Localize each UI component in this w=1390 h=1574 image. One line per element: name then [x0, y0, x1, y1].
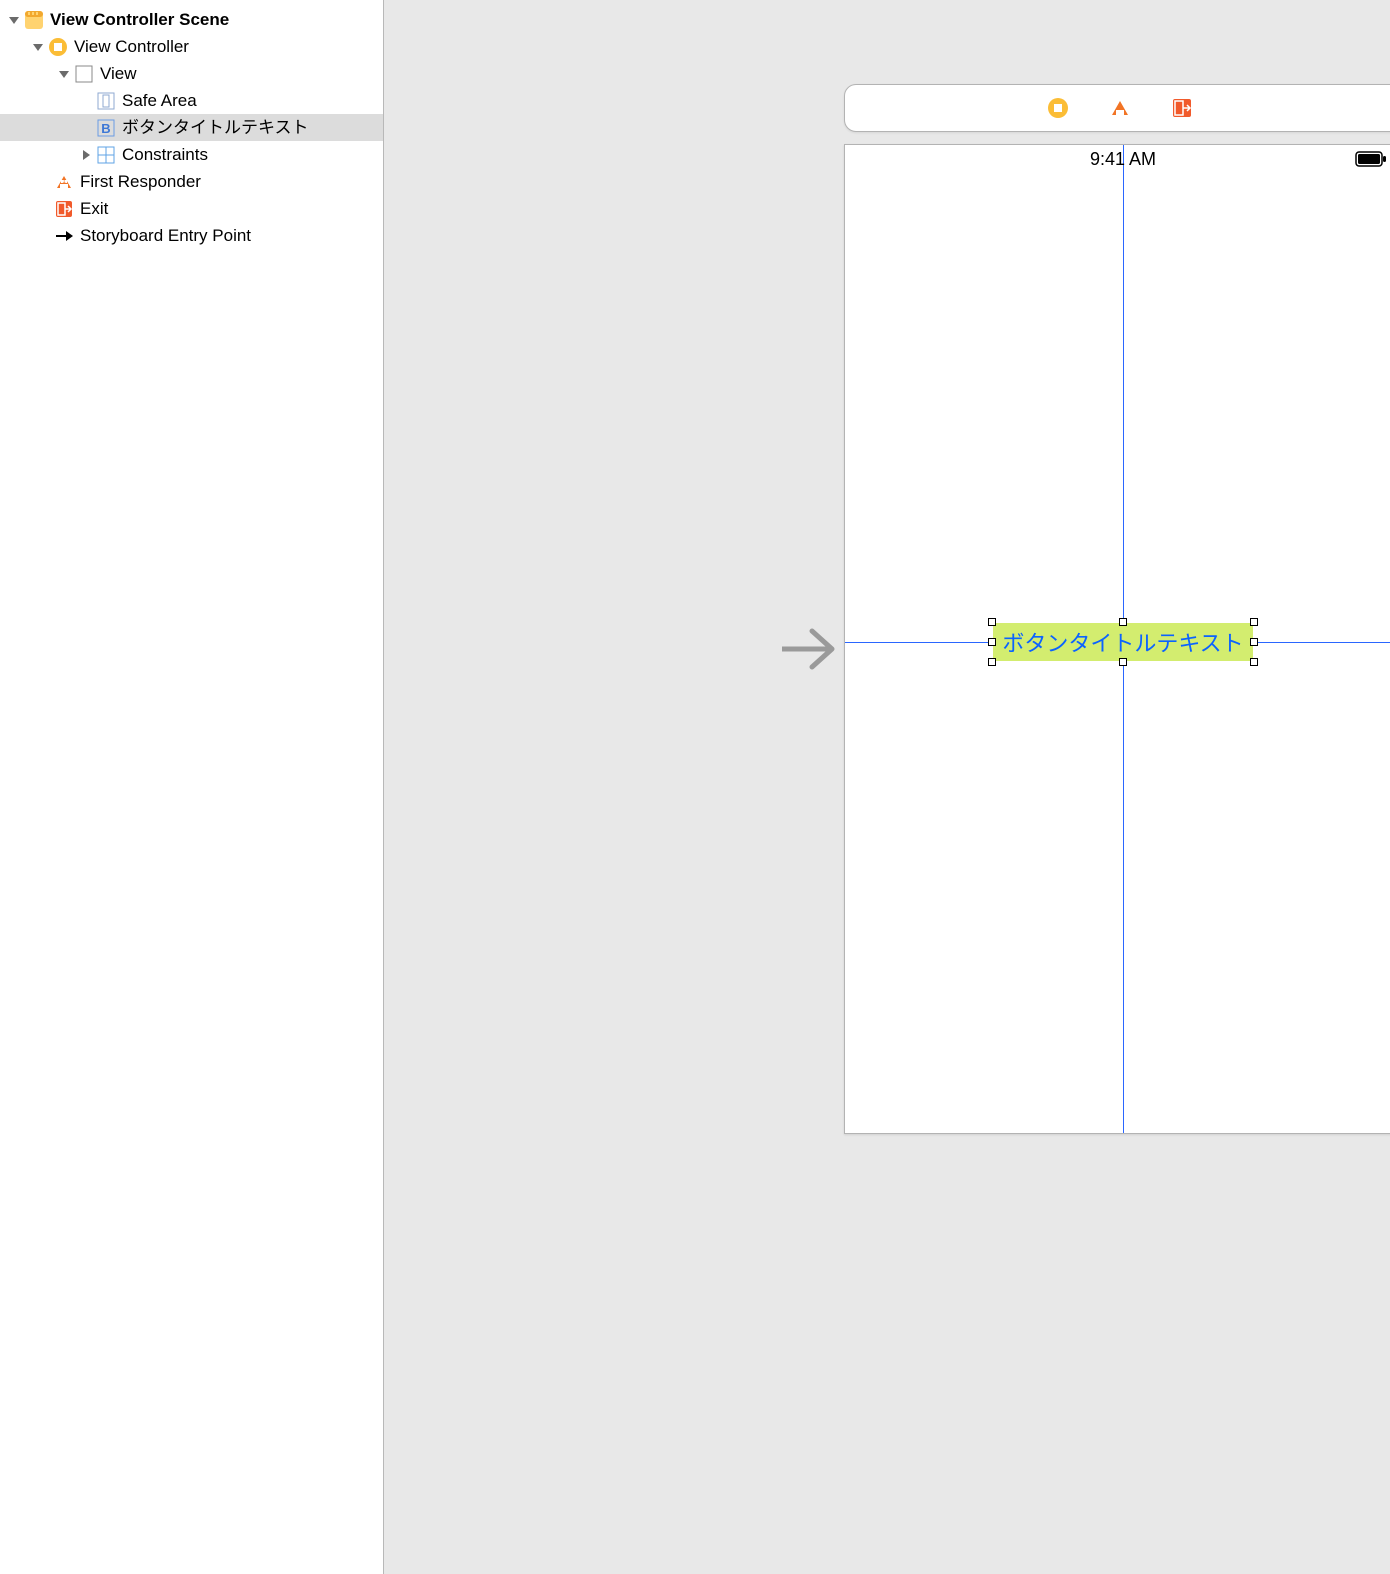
- outline-label: Constraints: [122, 141, 208, 168]
- outline-row-entry-point[interactable]: Storyboard Entry Point: [0, 222, 383, 249]
- selected-button-element[interactable]: ボタンタイトルテキスト: [993, 623, 1253, 661]
- outline-row-view[interactable]: View: [0, 60, 383, 87]
- outline-label: Storyboard Entry Point: [80, 222, 251, 249]
- resize-handle[interactable]: [1250, 638, 1258, 646]
- outline-label: ボタンタイトルテキスト: [122, 114, 309, 141]
- disclosure-triangle-icon[interactable]: [8, 14, 20, 26]
- outline-row-vc[interactable]: View Controller: [0, 33, 383, 60]
- view-controller-icon: [48, 37, 68, 57]
- resize-handle[interactable]: [988, 618, 996, 626]
- resize-handle[interactable]: [1119, 618, 1127, 626]
- svg-text:B: B: [101, 121, 110, 136]
- outline-label: View Controller: [74, 33, 189, 60]
- resize-handle[interactable]: [1119, 658, 1127, 666]
- outline-label: View Controller Scene: [50, 6, 229, 33]
- interface-builder-canvas[interactable]: 9:41 AM ボタンタイトルテキスト: [384, 0, 1390, 1574]
- scene-icon: [24, 10, 44, 30]
- outline-label: Safe Area: [122, 87, 197, 114]
- resize-handle[interactable]: [1250, 618, 1258, 626]
- view-controller-dock-icon[interactable]: [1047, 97, 1069, 119]
- exit-icon: [54, 199, 74, 219]
- safe-area-icon: [96, 91, 116, 111]
- outline-label: View: [100, 60, 137, 87]
- document-outline[interactable]: View Controller Scene View Controller Vi…: [0, 0, 384, 1574]
- storyboard-entry-arrow[interactable]: [782, 625, 838, 676]
- outline-row-button[interactable]: B ボタンタイトルテキスト: [0, 114, 383, 141]
- disclosure-triangle-icon[interactable]: [80, 149, 92, 161]
- outline-row-exit[interactable]: Exit: [0, 195, 383, 222]
- resize-handle[interactable]: [988, 658, 996, 666]
- outline-row-scene[interactable]: View Controller Scene: [0, 6, 383, 33]
- first-responder-icon: 1: [54, 172, 74, 192]
- device-preview[interactable]: 9:41 AM ボタンタイトルテキスト: [844, 144, 1390, 1134]
- button-object-icon: B: [96, 118, 116, 138]
- disclosure-triangle-icon[interactable]: [58, 68, 70, 80]
- resize-handle[interactable]: [988, 638, 996, 646]
- constraints-icon: [96, 145, 116, 165]
- battery-icon: [1355, 151, 1387, 170]
- outline-row-first-responder[interactable]: 1 First Responder: [0, 168, 383, 195]
- outline-row-constraints[interactable]: Constraints: [0, 141, 383, 168]
- scene-dock[interactable]: [844, 84, 1390, 132]
- outline-label: Exit: [80, 195, 108, 222]
- button-title-text: ボタンタイトルテキスト: [1002, 626, 1243, 658]
- view-icon: [74, 64, 94, 84]
- disclosure-triangle-icon[interactable]: [32, 41, 44, 53]
- outline-label: First Responder: [80, 168, 201, 195]
- first-responder-dock-icon[interactable]: [1109, 97, 1131, 119]
- resize-handle[interactable]: [1250, 658, 1258, 666]
- status-bar-time: 9:41 AM: [845, 149, 1390, 170]
- entry-point-icon: [54, 226, 74, 246]
- exit-dock-icon[interactable]: [1171, 97, 1193, 119]
- outline-row-safe-area[interactable]: Safe Area: [0, 87, 383, 114]
